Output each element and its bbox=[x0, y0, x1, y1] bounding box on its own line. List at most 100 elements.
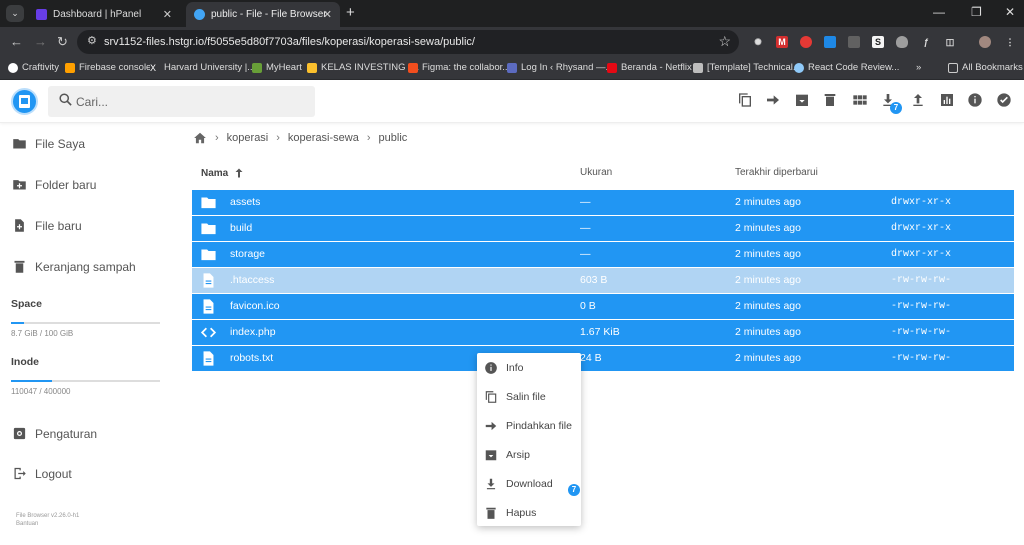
file-name: build bbox=[230, 222, 253, 234]
breadcrumb-item[interactable]: koperasi-sewa bbox=[288, 132, 359, 144]
hpanel-icon bbox=[36, 9, 47, 20]
extensions-puzzle-icon[interactable]: ◫ bbox=[944, 36, 956, 48]
window-close-icon[interactable]: ✕ bbox=[1005, 5, 1015, 19]
minimize-icon[interactable]: — bbox=[933, 5, 945, 19]
tab-search-button[interactable]: ⌄ bbox=[6, 5, 24, 22]
bookmark-item[interactable]: KELAS INVESTING -... bbox=[307, 62, 419, 73]
breadcrumb-item[interactable]: koperasi bbox=[227, 132, 269, 144]
column-header-size[interactable]: Ukuran bbox=[580, 167, 612, 178]
file-name: index.php bbox=[230, 326, 276, 338]
tab-file-browser[interactable]: public - File - File Browser ✕ bbox=[186, 2, 340, 27]
file-row[interactable]: .htaccess 603 B 2 minutes ago -rw-rw-rw- bbox=[192, 268, 1014, 293]
new-file-icon bbox=[15, 219, 24, 232]
search-box bbox=[48, 86, 315, 117]
file-row[interactable]: assets — 2 minutes ago drwxr-xr-x bbox=[192, 190, 1014, 215]
restore-icon[interactable]: ❐ bbox=[971, 5, 982, 19]
close-icon[interactable]: ✕ bbox=[323, 8, 332, 21]
home-icon[interactable] bbox=[193, 131, 207, 145]
forward-icon[interactable]: → bbox=[34, 34, 47, 49]
extension-red-icon[interactable] bbox=[800, 36, 812, 48]
browser-toolbar: ← → ↻ ⚙ srv1152-files.hstgr.io/f5055e5d8… bbox=[0, 27, 1024, 57]
delete-icon[interactable] bbox=[822, 92, 838, 108]
extension-m-icon[interactable]: M bbox=[776, 36, 788, 48]
close-icon[interactable]: ✕ bbox=[163, 8, 172, 21]
back-icon[interactable]: ← bbox=[10, 34, 23, 49]
menu-item-download[interactable]: Download bbox=[484, 477, 553, 491]
url-text: srv1152-files.hstgr.io/f5055e5d80f7703a/… bbox=[104, 36, 475, 48]
menu-item-archive[interactable]: Arsip bbox=[484, 448, 530, 462]
menu-item-info[interactable]: Info bbox=[484, 361, 524, 375]
extension-shield-icon[interactable] bbox=[896, 36, 908, 48]
menu-item-delete[interactable]: Hapus bbox=[484, 506, 536, 520]
extension-gear-icon[interactable]: ✺ bbox=[752, 36, 764, 48]
select-all-check-icon[interactable] bbox=[996, 92, 1012, 108]
bookmark-item[interactable]: MyHeart bbox=[252, 62, 302, 73]
file-size: — bbox=[580, 248, 591, 260]
profile-avatar[interactable] bbox=[979, 36, 991, 48]
bookmark-star-icon[interactable]: ☆ bbox=[718, 33, 731, 50]
archive-icon bbox=[485, 450, 497, 461]
file-row[interactable]: robots.txt 24 B 2 minutes ago -rw-rw-rw- bbox=[192, 346, 1014, 371]
file-permissions: drwxr-xr-x bbox=[891, 223, 952, 234]
file-name: robots.txt bbox=[230, 352, 274, 364]
help-link[interactable]: Bantuan bbox=[16, 521, 38, 527]
reload-icon[interactable]: ↻ bbox=[57, 34, 68, 50]
column-header-name[interactable]: Nama bbox=[201, 167, 245, 179]
copy-icon[interactable] bbox=[737, 92, 753, 108]
archive-icon[interactable] bbox=[794, 92, 810, 108]
sidebar-item-settings[interactable]: Pengaturan bbox=[12, 426, 97, 441]
file-row[interactable]: favicon.ico 0 B 2 minutes ago -rw-rw-rw- bbox=[192, 294, 1014, 319]
sidebar-item-trash[interactable]: Keranjang sampah bbox=[12, 259, 136, 274]
info-icon[interactable] bbox=[967, 92, 983, 108]
file-name: .htaccess bbox=[230, 274, 275, 286]
bookmark-item[interactable]: React Code Review... bbox=[794, 62, 899, 73]
sidebar-item-my-files[interactable]: File Saya bbox=[12, 136, 85, 151]
grid-view-icon[interactable] bbox=[852, 92, 868, 108]
extension-fx-icon[interactable]: ƒ bbox=[920, 36, 932, 48]
file-browser-logo[interactable] bbox=[11, 88, 38, 115]
search-input[interactable] bbox=[76, 92, 306, 111]
extension-blue-icon[interactable] bbox=[824, 36, 836, 48]
menu-item-move[interactable]: Pindahkan file bbox=[484, 419, 572, 433]
bookmark-item[interactable]: X Harvard University |... bbox=[150, 62, 255, 73]
sidebar-item-new-folder[interactable]: Folder baru bbox=[12, 177, 96, 192]
space-usage-text: 8.7 GiB / 100 GiB bbox=[11, 329, 74, 338]
file-row[interactable]: index.php 1.67 KiB 2 minutes ago -rw-rw-rw- bbox=[192, 320, 1014, 345]
bookmark-item[interactable]: Beranda - Netflix bbox=[607, 62, 692, 73]
upload-icon[interactable] bbox=[910, 92, 926, 108]
bookmark-item[interactable]: [Template] Technical... bbox=[693, 62, 801, 73]
sidebar-item-new-file[interactable]: File baru bbox=[12, 218, 82, 233]
bookmark-item[interactable]: Figma: the collabor... bbox=[408, 62, 510, 73]
space-label: Space bbox=[11, 298, 42, 310]
bookmarks-bar: Craftivity Firebase console X Harvard Uni… bbox=[0, 57, 1024, 80]
bookmarks-overflow-icon[interactable]: » bbox=[916, 62, 921, 73]
file-row[interactable]: storage — 2 minutes ago drwxr-xr-x bbox=[192, 242, 1014, 267]
browser-menu-icon[interactable]: ⋮ bbox=[1004, 36, 1016, 48]
file-modified: 2 minutes ago bbox=[735, 196, 801, 208]
bookmark-item[interactable]: Craftivity bbox=[8, 62, 59, 73]
file-modified: 2 minutes ago bbox=[735, 300, 801, 312]
move-icon bbox=[485, 421, 497, 431]
download-icon bbox=[486, 478, 496, 490]
extension-copy-icon[interactable] bbox=[848, 36, 860, 48]
file-icon bbox=[203, 273, 214, 288]
bookmark-item[interactable]: Log In ‹ Rhysand —... bbox=[507, 62, 613, 73]
menu-item-copy[interactable]: Salin file bbox=[484, 390, 546, 404]
column-header-modified[interactable]: Terakhir diperbarui bbox=[735, 167, 818, 178]
usage-chart-icon[interactable] bbox=[939, 92, 955, 108]
file-row[interactable]: build — 2 minutes ago drwxr-xr-x bbox=[192, 216, 1014, 241]
file-permissions: -rw-rw-rw- bbox=[891, 327, 952, 338]
search-icon bbox=[59, 93, 72, 106]
breadcrumb-item[interactable]: public bbox=[379, 132, 408, 144]
address-bar[interactable]: ⚙ srv1152-files.hstgr.io/f5055e5d80f7703… bbox=[77, 30, 739, 54]
file-size: 0 B bbox=[580, 300, 596, 312]
all-bookmarks[interactable]: All Bookmarks bbox=[948, 62, 1023, 73]
new-tab-button[interactable]: + bbox=[346, 4, 355, 21]
site-info-icon[interactable]: ⚙ bbox=[87, 34, 97, 47]
extension-s-icon[interactable]: S bbox=[872, 36, 884, 48]
filebrowser-icon bbox=[194, 9, 205, 20]
bookmark-item[interactable]: Firebase console bbox=[65, 62, 151, 73]
sidebar-item-logout[interactable]: Logout bbox=[12, 466, 72, 481]
move-icon[interactable] bbox=[765, 92, 781, 108]
tab-dashboard[interactable]: Dashboard | hPanel ✕ bbox=[28, 2, 180, 27]
